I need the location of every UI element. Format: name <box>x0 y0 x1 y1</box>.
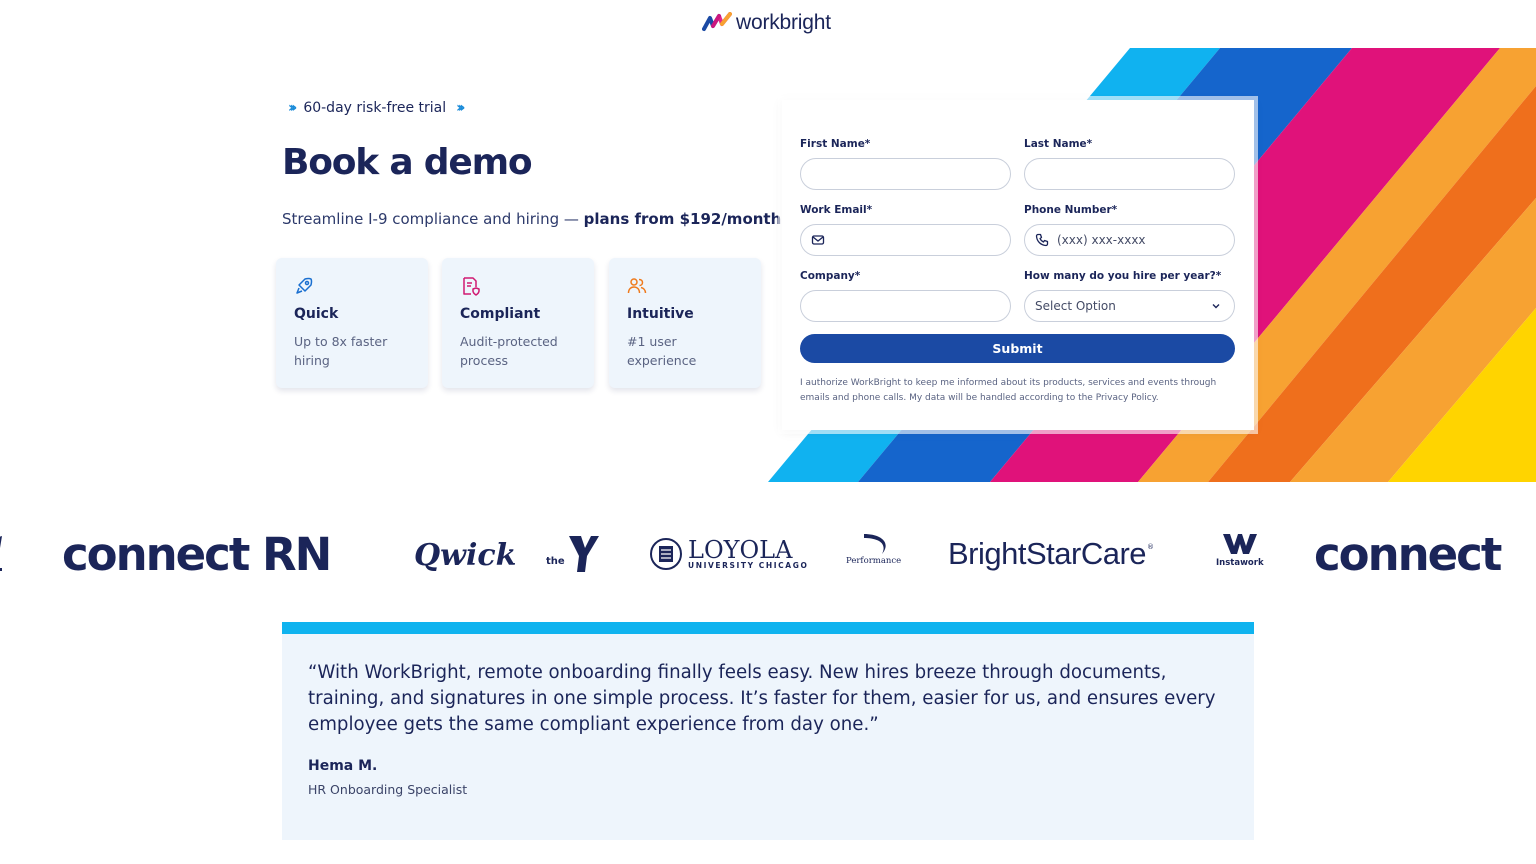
chevron-down-icon <box>1212 304 1220 309</box>
brightstarcare-logo: BrightStarCare ® <box>948 536 1155 571</box>
work-email-label: Work Email* <box>800 204 873 216</box>
ymca-logo: the <box>546 532 601 576</box>
page-subtitle: Streamline I-9 compliance and hiring — p… <box>282 210 787 228</box>
instawork-logo-partial <box>0 534 8 574</box>
work-email-field[interactable] <box>800 224 1011 256</box>
hires-per-year-select[interactable]: Select Option <box>1024 290 1235 322</box>
last-name-label: Last Name* <box>1024 138 1093 150</box>
feature-title: Intuitive <box>627 306 694 322</box>
feature-description: #1 user experience <box>627 334 697 368</box>
performance-logo: Performance <box>846 532 901 578</box>
last-name-field[interactable] <box>1024 158 1235 190</box>
feature-title: Quick <box>294 306 339 322</box>
company-label: Company* <box>800 270 861 282</box>
connectrn-logo-repeat: connect <box>1314 527 1502 581</box>
document-shield-icon <box>463 277 480 296</box>
chevrons-right-icon: ››› <box>288 100 298 116</box>
phone-label: Phone Number* <box>1024 204 1118 216</box>
first-name-field[interactable] <box>800 158 1011 190</box>
testimonial-quote: “With WorkBright, remote onboarding fina… <box>308 662 1216 735</box>
feature-title: Compliant <box>460 306 541 322</box>
page-title: Book a demo <box>282 142 533 183</box>
phone-field[interactable]: (xxx) xxx-xxxx <box>1024 224 1235 256</box>
feature-description: Up to 8x faster hiring <box>294 334 388 368</box>
ymca-y-icon <box>568 536 599 572</box>
submit-button[interactable]: Submit <box>800 334 1235 363</box>
testimonial-role: HR Onboarding Specialist <box>308 782 468 797</box>
feature-description: Audit-protected process <box>460 334 558 368</box>
mail-icon <box>811 235 825 245</box>
phone-icon <box>1035 233 1049 247</box>
site-logo[interactable]: workbright <box>702 10 831 36</box>
instawork-w-icon <box>1222 534 1257 554</box>
customer-logos: connect RN Qwick the LOYOLA UNIVERSITY C… <box>0 520 1536 590</box>
testimonial-author: Hema M. <box>308 758 378 774</box>
logo-wordmark: workbright <box>736 11 831 34</box>
subtitle-lead: Streamline I-9 compliance and hiring — <box>282 210 579 228</box>
loyola-seal-icon <box>650 538 682 570</box>
trial-tag: ››› 60-day risk-free trial ››› <box>288 100 466 116</box>
company-field[interactable] <box>800 290 1011 322</box>
select-value: Select Option <box>1035 299 1116 313</box>
users-icon <box>627 278 647 294</box>
trial-text: 60-day risk-free trial <box>303 100 447 116</box>
connectrn-logo: connect RN <box>62 527 332 581</box>
feature-card-compliant: Compliant Audit-protected process <box>442 258 594 388</box>
qwick-logo: Qwick <box>414 537 517 573</box>
hires-per-year-label: How many do you hire per year?* <box>1024 270 1222 282</box>
feature-card-intuitive: Intuitive #1 user experience <box>609 258 761 388</box>
subtitle-pricing: plans from $192/month. <box>583 210 787 228</box>
consent-text: I authorize WorkBright to keep me inform… <box>800 378 1217 403</box>
loyola-logo: LOYOLA UNIVERSITY CHICAGO <box>650 534 808 574</box>
demo-request-form: First Name* Last Name* Work Email* Phone… <box>782 100 1254 430</box>
workbright-logo-icon <box>702 12 732 31</box>
rocket-icon <box>296 277 313 294</box>
chevrons-right-icon: ››› <box>456 100 466 116</box>
first-name-label: First Name* <box>800 138 871 150</box>
phone-placeholder: (xxx) xxx-xxxx <box>1057 233 1146 247</box>
testimonial-card: “With WorkBright, remote onboarding fina… <box>282 622 1254 840</box>
feature-card-quick: Quick Up to 8x faster hiring <box>276 258 428 388</box>
instawork-logo: Instawork <box>1216 532 1264 582</box>
